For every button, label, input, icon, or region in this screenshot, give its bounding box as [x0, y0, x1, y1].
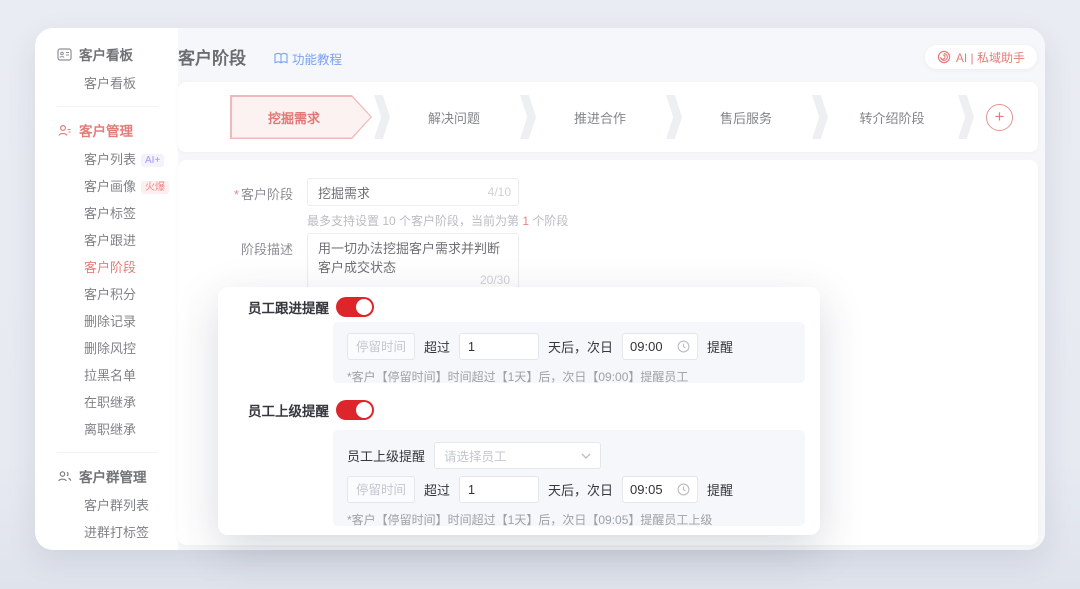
stage-name-helper: 最多支持设置 10 个客户阶段，当前为第 1 个阶段	[307, 212, 568, 229]
sidebar-item-delete-risk[interactable]: 删除风控	[84, 342, 178, 356]
stage-tab-active[interactable]: 挖掘需求	[230, 95, 372, 139]
stay-time-input[interactable]	[347, 333, 415, 360]
page-header: 客户阶段 功能教程 AI | 私域助手	[178, 28, 1045, 82]
tutorial-link[interactable]: 功能教程	[274, 49, 342, 68]
stage-name-label: *客户阶段	[178, 184, 293, 203]
page-title: 客户阶段	[178, 44, 246, 69]
stage-name-counter: 4/10	[488, 185, 511, 199]
followup-reminder-row: 员工跟进提醒	[248, 297, 374, 317]
kanban-icon	[57, 47, 72, 62]
employee-select[interactable]: 请选择员工	[434, 442, 601, 469]
stage-separator-chevron	[374, 95, 390, 139]
add-stage-button[interactable]: +	[986, 104, 1013, 131]
sidebar-item-blacklist[interactable]: 拉黑名单	[84, 369, 178, 383]
stage-tab[interactable]: 转介绍阶段	[828, 95, 956, 139]
sidebar-divider	[57, 106, 158, 107]
sidebar-section-customer-mgmt[interactable]: 客户管理	[57, 120, 178, 140]
followup-reminder-label: 员工跟进提醒	[248, 297, 329, 317]
superior-helper-text: *客户【停留时间】时间超过【1天】后，次日【09:05】提醒员工上级	[347, 511, 791, 528]
superior-select-label: 员工上级提醒	[347, 446, 425, 465]
time-picker[interactable]: 09:00	[622, 333, 698, 360]
sidebar-item-customer-board[interactable]: 客户看板	[84, 77, 178, 91]
stage-separator-chevron	[666, 95, 682, 139]
sidebar-item-resigned-inherit[interactable]: 离职继承	[84, 423, 178, 437]
chevron-down-icon	[581, 453, 591, 459]
stage-name-field: 4/10	[307, 178, 519, 206]
sidebar-item-customer-tags[interactable]: 客户标签	[84, 207, 178, 221]
stage-tab[interactable]: 推进合作	[536, 95, 664, 139]
book-icon	[274, 52, 288, 65]
sidebar: 客户看板 客户看板 客户管理 客户列表 AI+ 客户画像 火爆 客户标签 客户跟…	[35, 28, 178, 550]
hot-badge: 火爆	[141, 181, 169, 194]
followup-reminder-toggle[interactable]	[336, 297, 374, 317]
stage-desc-counter: 20/30	[480, 273, 510, 287]
clock-icon	[677, 340, 690, 353]
clock-icon	[677, 483, 690, 496]
stage-flow-bar: 挖掘需求 解决问题 推进合作 售后服务 转介绍阶段 +	[178, 82, 1038, 152]
required-mark: *	[234, 187, 239, 202]
superior-reminder-row: 员工上级提醒	[248, 400, 374, 420]
reminder-settings-card: 员工跟进提醒 超过 天后，次日 09:00 提醒 *客户【停留时间】时间超过【1…	[218, 287, 820, 535]
sidebar-item-group-tagging[interactable]: 进群打标签	[84, 526, 178, 540]
sidebar-item-delete-records[interactable]: 删除记录	[84, 315, 178, 329]
followup-helper-text: *客户【停留时间】时间超过【1天】后，次日【09:00】提醒员工	[347, 368, 791, 385]
sidebar-section-label: 客户看板	[79, 44, 133, 64]
sidebar-section-group-mgmt[interactable]: 客户群管理	[57, 466, 178, 486]
stage-separator-chevron	[812, 95, 828, 139]
time-picker[interactable]: 09:05	[622, 476, 698, 503]
sidebar-section-dashboard[interactable]: 客户看板	[57, 44, 178, 64]
sidebar-item-customer-followup[interactable]: 客户跟进	[84, 234, 178, 248]
sidebar-divider	[57, 452, 158, 453]
sidebar-item-customer-list[interactable]: 客户列表 AI+	[84, 153, 178, 167]
sidebar-section-label: 客户管理	[79, 120, 133, 140]
ai-badge: AI+	[141, 154, 164, 167]
sidebar-item-group-list[interactable]: 客户群列表	[84, 499, 178, 513]
group-icon	[57, 469, 72, 484]
superior-reminder-panel: 员工上级提醒 请选择员工 超过 天后，次日 09:05 提醒 *客户【停留时间】…	[333, 430, 805, 526]
stage-tab[interactable]: 解决问题	[390, 95, 518, 139]
ai-assistant-icon	[937, 50, 951, 64]
sidebar-section-label: 客户群管理	[79, 466, 147, 486]
superior-reminder-toggle[interactable]	[336, 400, 374, 420]
superior-reminder-label: 员工上级提醒	[248, 400, 329, 420]
days-input[interactable]	[459, 476, 539, 503]
stage-tab[interactable]: 售后服务	[682, 95, 810, 139]
stage-desc-label: 阶段描述	[178, 239, 293, 258]
sidebar-item-customer-points[interactable]: 客户积分	[84, 288, 178, 302]
days-input[interactable]	[459, 333, 539, 360]
stage-separator-chevron	[520, 95, 536, 139]
sidebar-item-customer-stage[interactable]: 客户阶段	[84, 261, 178, 275]
stage-desc-field: 用一切办法挖掘客户需求并判断客户成交状态 20/30	[307, 233, 519, 291]
person-icon	[57, 123, 72, 138]
followup-reminder-panel: 超过 天后，次日 09:00 提醒 *客户【停留时间】时间超过【1天】后，次日【…	[333, 322, 805, 383]
stage-separator-chevron	[958, 95, 974, 139]
stay-time-input[interactable]	[347, 476, 415, 503]
sidebar-item-customer-portrait[interactable]: 客户画像 火爆	[84, 180, 178, 194]
sidebar-item-onjob-inherit[interactable]: 在职继承	[84, 396, 178, 410]
ai-assistant-button[interactable]: AI | 私域助手	[925, 45, 1037, 69]
